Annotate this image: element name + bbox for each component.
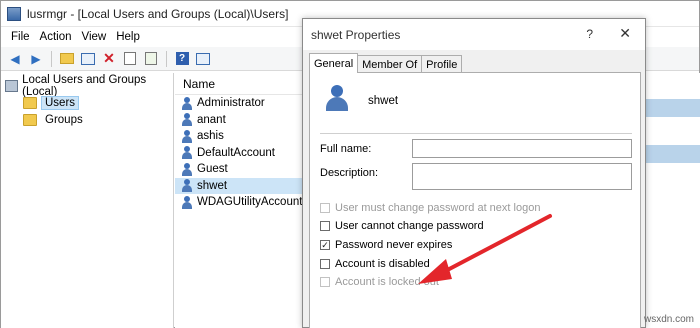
checkbox-cannot-change-password[interactable]: User cannot change password	[320, 219, 484, 233]
list-item-selected[interactable]: shwet	[175, 177, 303, 194]
menu-view[interactable]: View	[80, 31, 115, 43]
up-folder-icon[interactable]	[59, 51, 75, 67]
checkbox-label: Account is locked out	[335, 276, 439, 288]
user-icon	[181, 195, 194, 209]
menu-help[interactable]: Help	[114, 31, 148, 43]
description-label: Description:	[320, 167, 379, 179]
user-icon	[181, 162, 194, 176]
list-item[interactable]: Guest	[175, 161, 303, 178]
checkbox-account-locked-out[interactable]: Account is locked out	[320, 275, 439, 289]
username-label: shwet	[368, 95, 399, 107]
checkbox-label: User cannot change password	[335, 220, 484, 232]
user-avatar-icon	[322, 85, 352, 113]
window-title: lusrmgr - [Local Users and Groups (Local…	[27, 6, 289, 21]
console-tree: Local Users and Groups (Local) Users Gro…	[1, 73, 174, 328]
watermark: wsxdn.com	[643, 314, 694, 325]
checkmark-icon: ✓	[320, 240, 330, 250]
list-item[interactable]: Administrator	[175, 95, 303, 112]
tree-item-users-label: Users	[41, 95, 80, 110]
user-name: DefaultAccount	[197, 146, 275, 159]
lusrmgr-app-icon	[7, 6, 21, 21]
export-list-icon[interactable]	[143, 51, 159, 67]
checkbox-label: User must change password at next logon	[335, 202, 541, 214]
tree-item-groups[interactable]: Groups	[1, 111, 173, 128]
user-name: Administrator	[197, 97, 265, 110]
user-name: ashis	[197, 130, 224, 143]
properties-icon[interactable]	[122, 51, 138, 67]
list-extra-columns	[646, 73, 700, 328]
user-name: Guest	[197, 163, 228, 176]
user-name: WDAGUtilityAccount	[197, 196, 303, 209]
help-icon[interactable]: ?	[174, 51, 190, 67]
checkbox-box	[320, 277, 330, 287]
checkbox-must-change-password[interactable]: User must change password at next logon	[320, 201, 540, 215]
folder-icon	[23, 96, 37, 109]
user-icon	[181, 113, 194, 127]
user-name: shwet	[197, 179, 228, 192]
forward-arrow-icon[interactable]: ▶	[28, 51, 44, 67]
checkbox-box	[320, 203, 330, 213]
user-icon	[181, 129, 194, 143]
dialog-tabs: General Member Of Profile	[309, 53, 463, 73]
tree-item-root[interactable]: Local Users and Groups (Local)	[1, 74, 173, 98]
general-tab-page: shwet Full name: Description: User must …	[309, 72, 641, 328]
tab-member-of[interactable]: Member Of	[357, 55, 423, 73]
folder-icon	[23, 113, 37, 126]
user-properties-dialog: shwet Properties ? ✕ General Member Of P…	[302, 18, 646, 328]
toolbar-separator	[51, 50, 52, 67]
tab-profile[interactable]: Profile	[421, 55, 463, 73]
user-icon	[181, 96, 194, 110]
list-item[interactable]: ashis	[175, 128, 303, 145]
tab-general[interactable]: General	[309, 53, 359, 73]
dialog-title-bar[interactable]: shwet Properties ? ✕	[303, 19, 645, 50]
user-icon	[181, 146, 194, 160]
description-field[interactable]	[412, 163, 632, 190]
help-button[interactable]: ?	[586, 27, 593, 41]
full-name-label: Full name:	[320, 143, 372, 155]
full-name-field[interactable]	[412, 139, 632, 158]
menu-file[interactable]: File	[9, 31, 38, 43]
checkbox-label: Account is disabled	[335, 258, 430, 270]
action-pane-icon[interactable]	[195, 51, 211, 67]
delete-icon[interactable]: ✕	[101, 50, 117, 67]
list-item[interactable]: WDAGUtilityAccount	[175, 194, 303, 211]
toolbar-separator	[166, 50, 167, 67]
close-icon[interactable]: ✕	[619, 25, 631, 42]
checkbox-box	[320, 259, 330, 269]
row-highlight	[646, 99, 700, 117]
checkbox-box	[320, 221, 330, 231]
user-name: anant	[197, 113, 226, 126]
tree-root-label: Local Users and Groups (Local)	[22, 73, 147, 98]
user-icon	[181, 179, 194, 193]
checkbox-label: Password never expires	[335, 239, 453, 251]
users-list: Name Administrator anant ashis DefaultAc…	[175, 73, 303, 328]
column-header-name[interactable]: Name	[175, 73, 303, 95]
row-highlight	[646, 145, 700, 163]
checkbox-account-disabled[interactable]: Account is disabled	[320, 257, 430, 271]
computer-users-icon	[5, 79, 19, 92]
list-item[interactable]: anant	[175, 112, 303, 129]
divider	[320, 133, 632, 134]
list-item[interactable]: DefaultAccount	[175, 145, 303, 162]
show-hide-tree-icon[interactable]	[80, 51, 96, 67]
dialog-title: shwet Properties	[311, 27, 401, 42]
tree-item-groups-label: Groups	[45, 113, 83, 126]
back-arrow-icon[interactable]: ◀	[7, 51, 23, 67]
checkbox-password-never-expires[interactable]: ✓ Password never expires	[320, 238, 452, 252]
menu-action[interactable]: Action	[38, 31, 80, 43]
